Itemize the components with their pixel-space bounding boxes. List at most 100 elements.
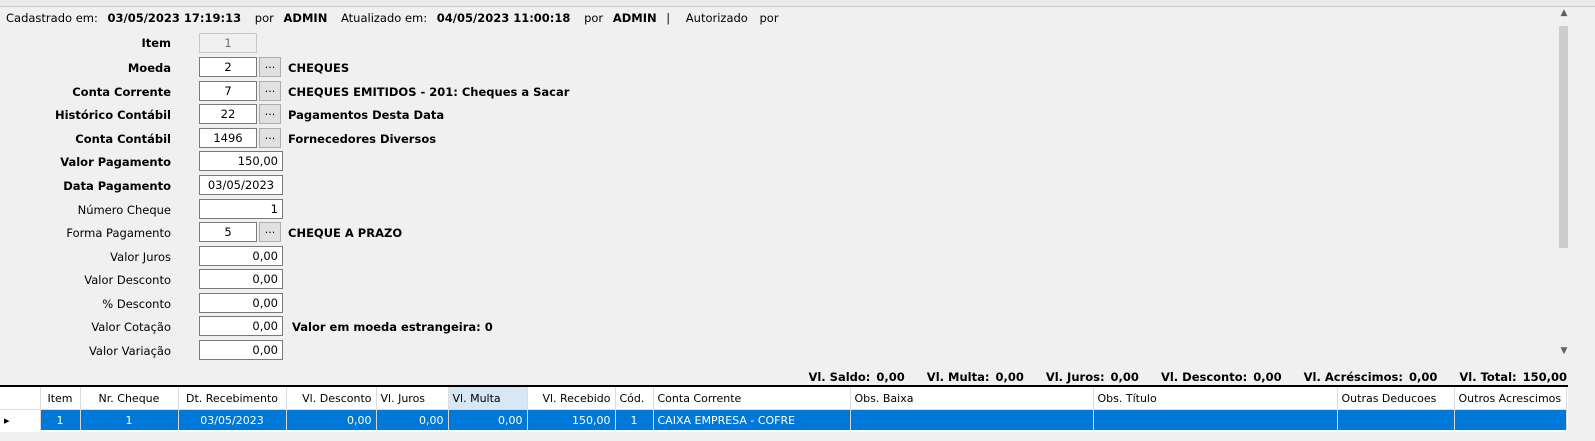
item-label: Item [141, 36, 171, 50]
item-field: 1 [199, 33, 257, 53]
record-audit-info: Cadastrado em: 03/05/2023 17:19:13 por A… [6, 11, 785, 25]
conta-corrente-field[interactable]: 7 [199, 81, 257, 101]
conta-contabil-desc: Fornecedores Diversos [288, 132, 437, 146]
totals-bar: Vl. Saldo: 0,00 Vl. Multa: 0,00 Vl. Juros:… [790, 370, 1567, 384]
valor-desconto-label: Valor Desconto [84, 273, 171, 287]
cell-obs-titulo[interactable] [1093, 409, 1338, 430]
cell-cod[interactable]: 1 [615, 409, 654, 430]
updated-value: 04/05/2023 11:00:18 [436, 11, 571, 25]
moeda-desc: CHEQUES [288, 61, 350, 75]
cell-item[interactable]: 1 [40, 409, 81, 430]
valor-cotacao-desc: Valor em moeda estrangeira: 0 [292, 320, 493, 334]
total-saldo-value: 0,00 [876, 370, 905, 384]
authorized-label: Autorizado [685, 11, 748, 25]
total-multa-label: Vl. Multa: [926, 370, 990, 384]
cell-nr-cheque[interactable]: 1 [80, 409, 179, 430]
historico-desc: Pagamentos Desta Data [288, 108, 445, 122]
conta-corrente-desc: CHEQUES EMITIDOS - 201: Cheques a Sacar [288, 85, 570, 99]
col-header-vl-recebido[interactable]: Vl. Recebido [527, 387, 616, 410]
conta-corrente-lookup-button[interactable]: ... [259, 81, 281, 101]
conta-contabil-field[interactable]: 1496 [199, 128, 257, 148]
valor-cotacao-label: Valor Cotação [91, 320, 171, 334]
authorized-por: por [759, 11, 779, 25]
pct-desconto-label: % Desconto [102, 297, 171, 311]
created-label: Cadastrado em: [6, 11, 98, 25]
total-total-label: Vl. Total: [1459, 370, 1517, 384]
conta-contabil-lookup-button[interactable]: ... [259, 128, 281, 148]
col-header-nr-cheque[interactable]: Nr. Cheque [80, 387, 179, 410]
col-header-cod[interactable]: Cód. [615, 387, 654, 410]
numero-cheque-field[interactable]: 1 [199, 199, 283, 219]
col-header-outras-deducoes[interactable]: Outras Deducoes [1337, 387, 1455, 410]
valor-juros-label: Valor Juros [110, 250, 171, 264]
conta-contabil-label: Conta Contábil [75, 132, 171, 146]
total-multa-value: 0,00 [995, 370, 1024, 384]
cell-vl-juros[interactable]: 0,00 [376, 409, 449, 430]
cell-outras-deducoes[interactable] [1337, 409, 1455, 430]
updated-by: ADMIN [612, 11, 657, 25]
moeda-label: Moeda [127, 61, 171, 75]
valor-desconto-field[interactable]: 0,00 [199, 269, 283, 289]
payments-table: Item Nr. Cheque Dt. Recebimento Vl. Desc… [0, 387, 1567, 430]
scroll-down-icon[interactable]: ▼ [1557, 346, 1571, 360]
cell-conta-corrente[interactable]: CAIXA EMPRESA - COFRE [653, 409, 851, 430]
created-by: ADMIN [283, 11, 328, 25]
updated-por: por [584, 11, 604, 25]
cell-vl-multa[interactable]: 0,00 [448, 409, 528, 430]
total-juros-label: Vl. Juros: [1045, 370, 1105, 384]
payments-grid[interactable]: Item Nr. Cheque Dt. Recebimento Vl. Desc… [0, 385, 1568, 432]
cell-vl-desconto[interactable]: 0,00 [286, 409, 377, 430]
scroll-thumb[interactable] [1559, 26, 1568, 248]
form-scrollbar[interactable]: ▲ ▼ [1557, 8, 1571, 360]
data-pagamento-field[interactable]: 03/05/2023 [199, 175, 283, 195]
valor-variacao-label: Valor Variação [88, 344, 171, 358]
scroll-up-icon[interactable]: ▲ [1557, 8, 1571, 22]
total-total-value: 150,00 [1522, 370, 1567, 384]
col-header-vl-juros[interactable]: Vl. Juros [376, 387, 449, 410]
moeda-field[interactable]: 2 [199, 57, 257, 77]
col-header-vl-multa[interactable]: Vl. Multa [448, 387, 528, 410]
table-row[interactable]: ▸ 1 1 03/05/2023 0,00 0,00 0,00 150,00 1… [0, 409, 1567, 430]
historico-lookup-button[interactable]: ... [259, 104, 281, 124]
valor-pagamento-field[interactable]: 150,00 [199, 151, 283, 171]
total-saldo-label: Vl. Saldo: [808, 370, 871, 384]
total-acrescimos-label: Vl. Acréscimos: [1303, 370, 1403, 384]
valor-cotacao-field[interactable]: 0,00 [199, 316, 283, 336]
data-pagamento-label: Data Pagamento [63, 179, 171, 193]
pct-desconto-field[interactable]: 0,00 [199, 293, 283, 313]
row-indicator-header [0, 387, 41, 410]
valor-juros-field[interactable]: 0,00 [199, 246, 283, 266]
total-juros-value: 0,00 [1110, 370, 1139, 384]
col-header-outros-acrescimos[interactable]: Outros Acrescimos [1454, 387, 1567, 410]
total-desconto-value: 0,00 [1253, 370, 1282, 384]
col-header-dt-recebimento[interactable]: Dt. Recebimento [178, 387, 287, 410]
col-header-obs-baixa[interactable]: Obs. Baixa [850, 387, 1094, 410]
cell-obs-baixa[interactable] [850, 409, 1094, 430]
col-header-vl-desconto[interactable]: Vl. Desconto [286, 387, 377, 410]
total-desconto-label: Vl. Desconto: [1160, 370, 1248, 384]
numero-cheque-label: Número Cheque [77, 203, 171, 217]
historico-label: Histórico Contábil [54, 108, 171, 122]
col-header-obs-titulo[interactable]: Obs. Título [1093, 387, 1338, 410]
updated-label: Atualizado em: [340, 11, 428, 25]
cell-outros-acrescimos[interactable] [1454, 409, 1567, 430]
moeda-lookup-button[interactable]: ... [259, 57, 281, 77]
valor-pagamento-label: Valor Pagamento [60, 155, 171, 169]
created-value: 03/05/2023 17:19:13 [107, 11, 242, 25]
row-pointer-icon: ▸ [0, 409, 41, 430]
col-header-conta-corrente[interactable]: Conta Corrente [653, 387, 851, 410]
historico-field[interactable]: 22 [199, 104, 257, 124]
conta-corrente-label: Conta Corrente [72, 85, 171, 99]
col-header-item[interactable]: Item [40, 387, 81, 410]
forma-pagamento-label: Forma Pagamento [66, 226, 171, 240]
cell-dt-recebimento[interactable]: 03/05/2023 [178, 409, 287, 430]
forma-pagamento-desc: CHEQUE A PRAZO [288, 226, 403, 240]
cell-vl-recebido[interactable]: 150,00 [527, 409, 616, 430]
created-por: por [254, 11, 274, 25]
total-acrescimos-value: 0,00 [1408, 370, 1438, 384]
top-edge [0, 0, 1595, 7]
forma-pagamento-field[interactable]: 5 [199, 222, 257, 242]
valor-variacao-field[interactable]: 0,00 [199, 340, 283, 360]
separator: | [666, 11, 671, 25]
forma-pagamento-lookup-button[interactable]: ... [259, 222, 281, 242]
